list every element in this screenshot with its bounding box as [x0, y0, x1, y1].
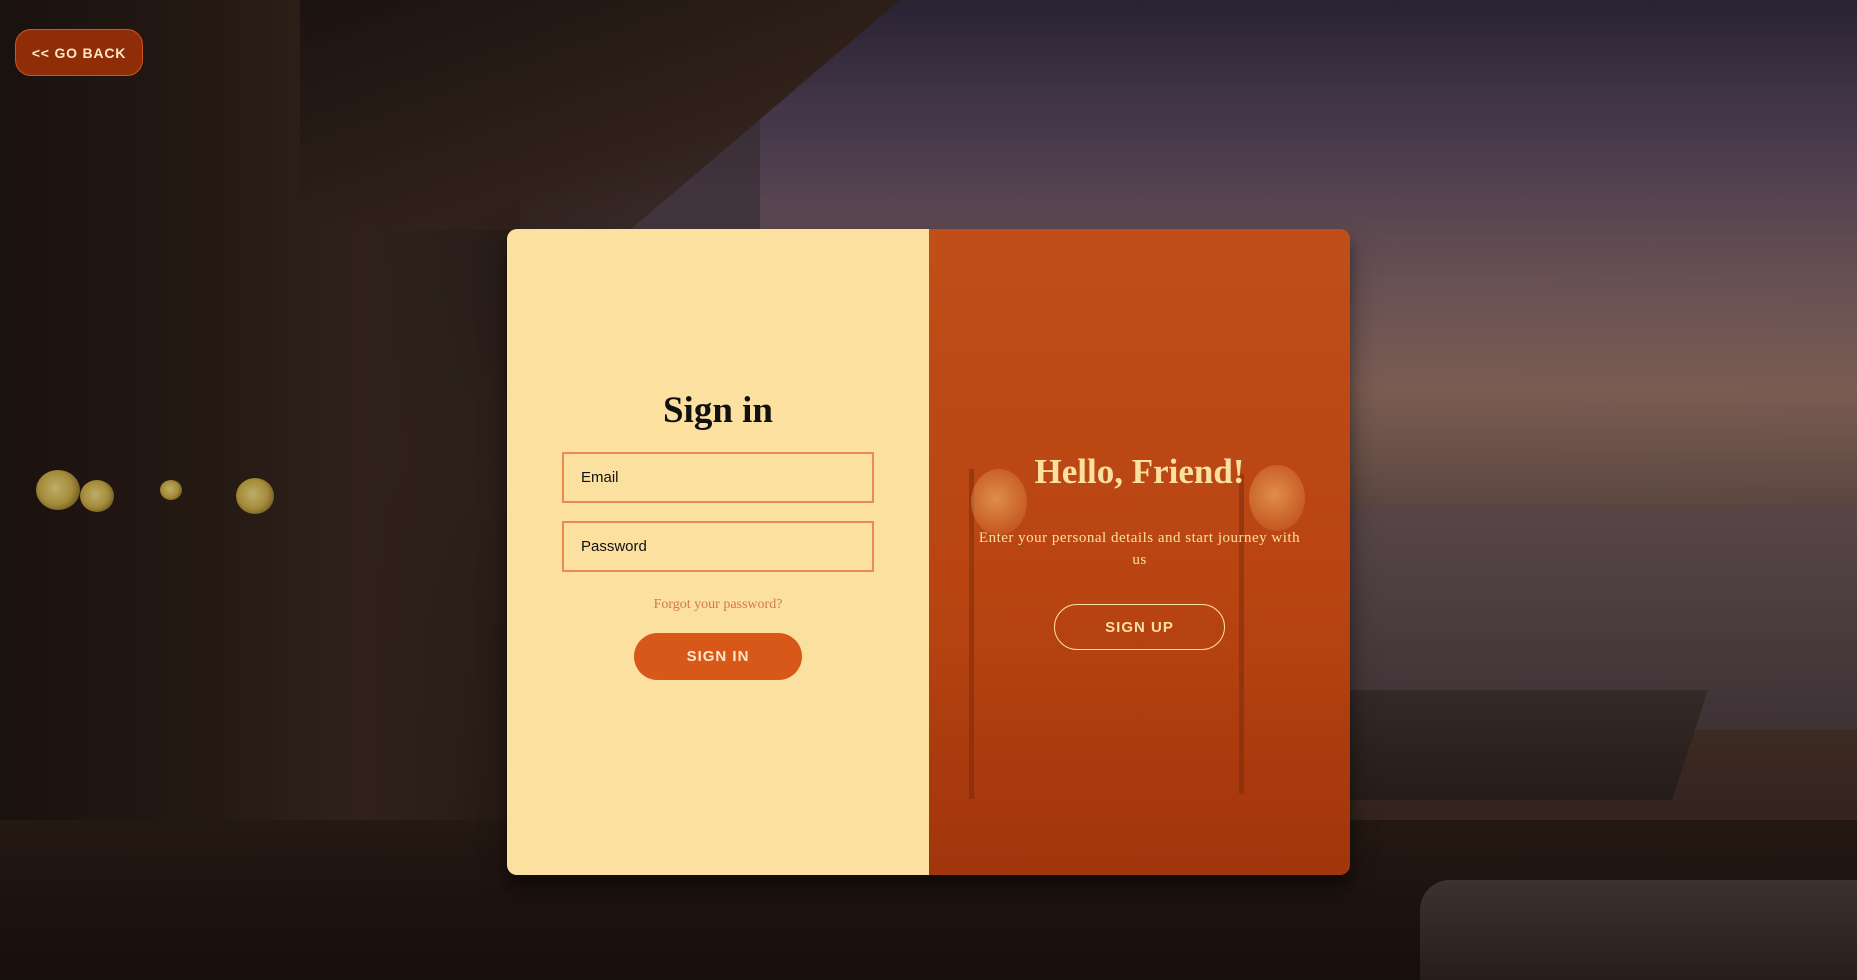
overlay-title: Hello, Friend!	[1034, 452, 1245, 491]
email-field[interactable]	[562, 452, 874, 503]
overlay-background-pole	[1239, 474, 1244, 794]
overlay-background-pole	[969, 469, 974, 799]
overlay-panel: Hello, Friend! Enter your personal detai…	[929, 229, 1350, 875]
password-field[interactable]	[562, 521, 874, 572]
go-back-button[interactable]: << GO BACK	[15, 29, 143, 76]
sign-in-title: Sign in	[662, 390, 774, 431]
sign-up-button[interactable]: SIGN UP	[1054, 604, 1225, 650]
sign-in-button[interactable]: SIGN IN	[634, 633, 802, 680]
auth-card: Sign in Forgot your password? SIGN IN He…	[507, 229, 1350, 875]
sign-in-panel: Sign in Forgot your password? SIGN IN	[507, 229, 929, 875]
forgot-password-link[interactable]: Forgot your password?	[507, 597, 929, 613]
overlay-description: Enter your personal details and start jo…	[978, 530, 1301, 568]
